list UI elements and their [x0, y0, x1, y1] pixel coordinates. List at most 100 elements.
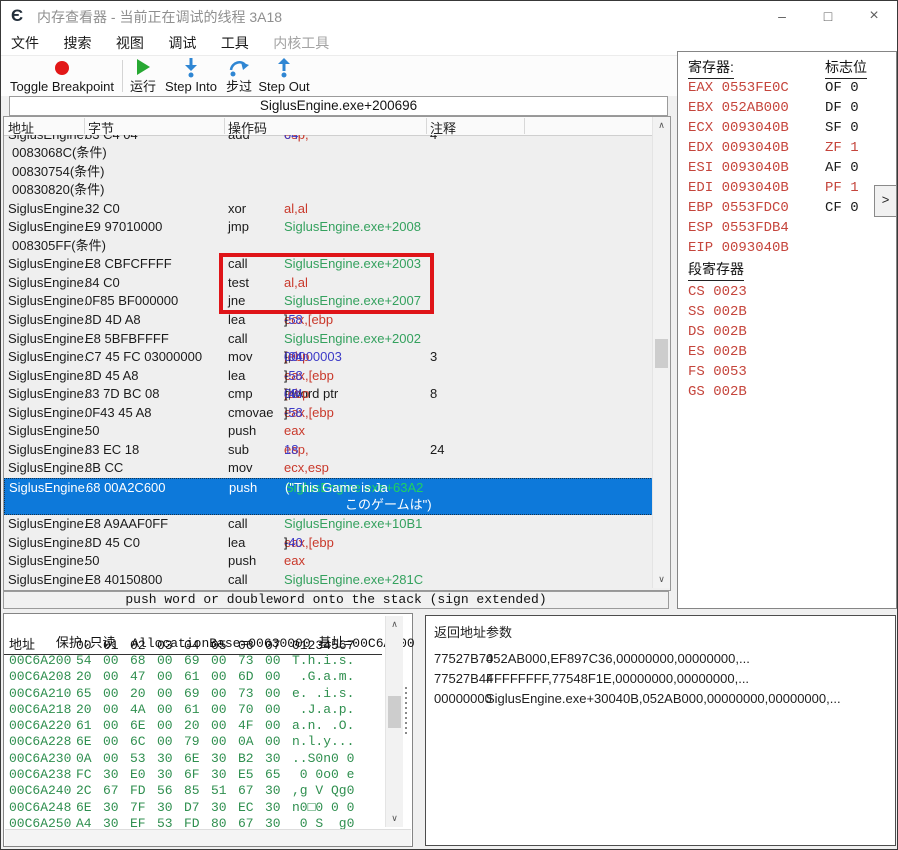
- disasm-row[interactable]: SiglusEngine.C7 45 FC 03000000mov[ebp-04…: [4, 348, 653, 367]
- register-row[interactable]: ECX 0093040B: [688, 118, 789, 138]
- segment-row[interactable]: SS 002B: [688, 302, 747, 322]
- disasm-row[interactable]: SiglusEngine.E9 97010000jmpSiglusEngine.…: [4, 218, 653, 237]
- close-button[interactable]: ×: [851, 1, 897, 33]
- menu-kernel-tools[interactable]: 内核工具: [263, 33, 339, 54]
- stack-row[interactable]: 77527B44FFFFFFFF,77548F1E,00000000,00000…: [426, 669, 841, 689]
- disasm-address: SiglusEngine.: [8, 571, 86, 588]
- disasm-address: SiglusEngine.: [8, 348, 86, 367]
- register-row[interactable]: ESP 0553FDB4: [688, 218, 789, 238]
- disasm-row[interactable]: SiglusEngine.8D 45 C0leaeax,[ebp-40]: [4, 534, 653, 553]
- disasm-bytes: 83 7D BC 08: [85, 385, 159, 404]
- menu-file[interactable]: 文件: [1, 33, 49, 54]
- disasm-scrollbar[interactable]: ∧ ∨: [652, 117, 670, 588]
- disasm-row-condition[interactable]: 00830820(条件): [4, 181, 653, 200]
- disasm-row[interactable]: SiglusEngine.50pusheax: [4, 552, 653, 571]
- hex-row[interactable]: 00C6A2402C67FD5685516730,g V Qg0: [4, 783, 354, 799]
- hex-row[interactable]: 00C6A2300A0053306E30B230..S0n0 0: [4, 751, 354, 767]
- disasm-row[interactable]: SiglusEngine.E8 40150800callSiglusEngine…: [4, 571, 653, 588]
- expand-registers-button[interactable]: >: [874, 185, 897, 217]
- scroll-down-arrow[interactable]: ∨: [653, 571, 670, 588]
- stack-rows: 77527B74052AB000,EF897C36,00000000,00000…: [426, 649, 841, 709]
- hex-byte: 2C: [76, 783, 103, 799]
- operand-segment: ]: [284, 404, 288, 423]
- segment-row[interactable]: DS 002B: [688, 322, 747, 342]
- disasm-row[interactable]: SiglusEngine.50pusheax: [4, 422, 653, 441]
- disasm-row[interactable]: SiglusEngine.E8 5BFBFFFFcallSiglusEngine…: [4, 330, 653, 349]
- disasm-address: SiglusEngine.: [8, 552, 86, 571]
- disasm-address: SiglusEngine.: [8, 135, 86, 144]
- stack-row[interactable]: 00000000SiglusEngine.exe+30040B,052AB000…: [426, 689, 841, 709]
- hex-byte: 20: [184, 718, 211, 734]
- menu-tools[interactable]: 工具: [211, 33, 259, 54]
- step-over-button[interactable]: 步过: [222, 56, 256, 96]
- scroll-thumb[interactable]: [388, 696, 401, 728]
- disasm-row[interactable]: SiglusEngine.83 EC 18subesp,1824: [4, 441, 653, 460]
- hex-row[interactable]: 00C6A21820004A0061007000 .J.a.p.: [4, 702, 354, 718]
- hex-byte: 30: [211, 767, 238, 783]
- hex-scrollbar[interactable]: ∧ ∨: [385, 616, 403, 827]
- segment-row[interactable]: FS 0053: [688, 362, 747, 382]
- address-bar[interactable]: SiglusEngine.exe+200696: [9, 96, 668, 116]
- register-row[interactable]: EBX 052AB000: [688, 98, 789, 118]
- menu-search[interactable]: 搜索: [53, 33, 101, 54]
- flag-row[interactable]: CF 0: [825, 198, 859, 218]
- scroll-down-arrow[interactable]: ∨: [386, 810, 403, 827]
- hex-row[interactable]: 00C6A2106500200069007300e. .i.s.: [4, 686, 354, 702]
- disasm-rows: SiglusEngine.83 C4 04addesp,0440083068C(…: [4, 135, 653, 588]
- disasm-row[interactable]: SiglusEngine.68 00A2C600pushSiglusEngine…: [4, 478, 653, 515]
- menu-view[interactable]: 视图: [106, 33, 154, 54]
- hex-row[interactable]: 00C6A238FC30E0306F30E565 0 0o0 e: [4, 767, 354, 783]
- hex-row[interactable]: 00C6A2486E307F30D730EC30n0□0 0 0: [4, 800, 354, 816]
- disasm-row[interactable]: SiglusEngine.0F43 45 A8cmovaeeax,[ebp-58…: [4, 404, 653, 423]
- segment-row[interactable]: GS 002B: [688, 382, 747, 402]
- hex-horizontal-scrollbar[interactable]: [5, 829, 411, 846]
- maximize-button[interactable]: □: [805, 1, 851, 33]
- hex-byte: 6E: [76, 734, 103, 750]
- flag-row[interactable]: AF 0: [825, 158, 859, 178]
- flag-row[interactable]: SF 0: [825, 118, 859, 138]
- flag-row[interactable]: OF 0: [825, 78, 859, 98]
- segment-row[interactable]: ES 002B: [688, 342, 747, 362]
- scroll-thumb[interactable]: [655, 339, 668, 368]
- hex-byte: 69: [184, 686, 211, 702]
- disasm-line: SiglusEngine.E9 97010000jmpSiglusEngine.…: [4, 218, 653, 237]
- register-row[interactable]: ESI 0093040B: [688, 158, 789, 178]
- disasm-row[interactable]: SiglusEngine.32 C0xoral,al: [4, 200, 653, 219]
- stack-row[interactable]: 77527B74052AB000,EF897C36,00000000,00000…: [426, 649, 841, 669]
- disasm-row[interactable]: SiglusEngine.83 7D BC 08cmpdword ptr [eb…: [4, 385, 653, 404]
- step-out-button[interactable]: Step Out: [257, 56, 311, 96]
- disasm-row[interactable]: SiglusEngine.E8 A9AAF0FFcallSiglusEngine…: [4, 515, 653, 534]
- run-button[interactable]: 运行: [125, 56, 161, 96]
- toggle-breakpoint-button[interactable]: Toggle Breakpoint: [3, 56, 121, 96]
- minimize-button[interactable]: –: [759, 1, 805, 33]
- hex-row[interactable]: 00C6A22061006E0020004F00a.n. .O.: [4, 718, 354, 734]
- scroll-up-arrow[interactable]: ∧: [653, 117, 670, 134]
- disasm-line: SiglusEngine.8B CCmovecx,esp: [4, 459, 653, 478]
- hex-row[interactable]: 00C6A2286E006C0079000A00n.l.y...: [4, 734, 354, 750]
- register-row[interactable]: EAX 0553FE0C: [688, 78, 789, 98]
- flag-row[interactable]: PF 1: [825, 178, 859, 198]
- step-into-button[interactable]: Step Into: [161, 56, 221, 96]
- stack-panel: 返回地址 参数 77527B74052AB000,EF897C36,000000…: [425, 615, 896, 846]
- hex-row[interactable]: 00C6A2005400680069007300T.h.i.s.: [4, 653, 354, 669]
- disasm-row-condition[interactable]: 0083068C(条件): [4, 144, 653, 163]
- disasm-row-condition[interactable]: 00830754(条件): [4, 163, 653, 182]
- operand-segment: SiglusEngine.exe+281C: [284, 571, 423, 588]
- disasm-row[interactable]: SiglusEngine.8B CCmovecx,esp: [4, 459, 653, 478]
- register-row[interactable]: EIP 0093040B: [688, 238, 789, 258]
- flag-row[interactable]: ZF 1: [825, 138, 859, 158]
- disasm-row[interactable]: SiglusEngine.8D 45 A8leaeax,[ebp-58]: [4, 367, 653, 386]
- scroll-up-arrow[interactable]: ∧: [386, 616, 403, 633]
- hex-offset-label: 00: [76, 638, 103, 653]
- register-row[interactable]: EBP 0553FDC0: [688, 198, 789, 218]
- flag-row[interactable]: DF 0: [825, 98, 859, 118]
- disasm-row[interactable]: SiglusEngine.83 C4 04addesp,044: [4, 135, 653, 144]
- panel-splitter[interactable]: [405, 687, 407, 737]
- register-row[interactable]: EDX 0093040B: [688, 138, 789, 158]
- menu-debug[interactable]: 调试: [158, 33, 206, 54]
- register-row[interactable]: EDI 0093040B: [688, 178, 789, 198]
- hex-row-address: 00C6A210: [4, 686, 76, 702]
- hex-byte: 0A: [76, 751, 103, 767]
- segment-row[interactable]: CS 0023: [688, 282, 747, 302]
- hex-row[interactable]: 00C6A2082000470061006D00 .G.a.m.: [4, 669, 354, 685]
